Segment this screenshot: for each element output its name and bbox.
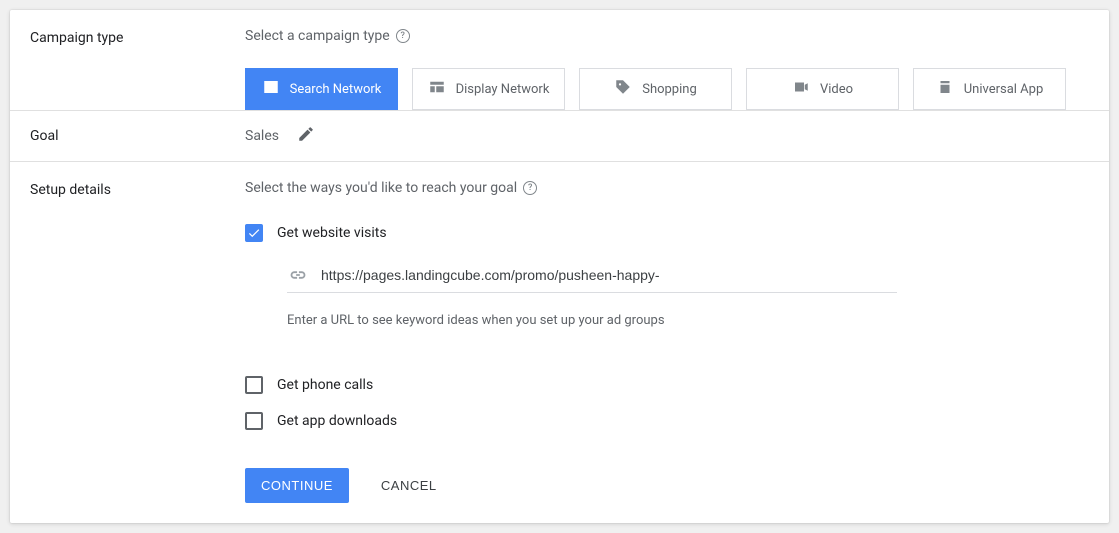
tab-video-label: Video [820, 82, 853, 97]
phone-calls-label: Get phone calls [277, 377, 373, 393]
url-hint: Enter a URL to see keyword ideas when yo… [287, 313, 1089, 328]
setup-details-label: Setup details [30, 180, 245, 198]
action-buttons: CONTINUE CANCEL [245, 468, 1089, 503]
goal-label: Goal [30, 128, 245, 144]
cancel-button[interactable]: CANCEL [375, 477, 443, 494]
campaign-type-section: Campaign type Select a campaign type ? S… [10, 10, 1109, 111]
url-field[interactable] [287, 264, 897, 293]
checkbox-app-downloads[interactable] [245, 412, 263, 430]
app-downloads-label: Get app downloads [277, 413, 397, 429]
continue-button[interactable]: CONTINUE [245, 468, 349, 503]
tab-display-network-label: Display Network [456, 82, 550, 97]
url-block: Enter a URL to see keyword ideas when yo… [287, 264, 1089, 328]
goal-section: Goal Sales [10, 111, 1109, 162]
tab-search-network[interactable]: Search Network [245, 68, 398, 110]
help-icon[interactable]: ? [396, 29, 410, 43]
campaign-type-tabs: Search Network Display Network Shopping [245, 68, 1089, 110]
url-input[interactable] [319, 266, 897, 284]
get-app-downloads-option[interactable]: Get app downloads [245, 412, 1089, 430]
campaign-type-subtitle-text: Select a campaign type [245, 28, 390, 44]
setup-details-subtitle-text: Select the ways you'd like to reach your… [245, 180, 517, 196]
tab-universal-app-label: Universal App [964, 82, 1044, 97]
tab-search-network-label: Search Network [290, 82, 382, 97]
checkbox-website-visits[interactable] [245, 224, 263, 242]
website-visits-label: Get website visits [277, 225, 387, 241]
tab-shopping-label: Shopping [642, 82, 697, 97]
pencil-icon [297, 125, 315, 143]
display-icon [428, 78, 446, 100]
tab-universal-app[interactable]: Universal App [913, 68, 1066, 110]
tag-icon [614, 78, 632, 100]
search-icon [262, 78, 280, 100]
help-icon[interactable]: ? [523, 181, 537, 195]
setup-details-subtitle: Select the ways you'd like to reach your… [245, 180, 1089, 196]
checkbox-phone-calls[interactable] [245, 376, 263, 394]
tab-video[interactable]: Video [746, 68, 899, 110]
link-icon [287, 264, 309, 286]
check-icon [247, 226, 261, 240]
goal-value: Sales [245, 128, 279, 144]
campaign-setup-card: Campaign type Select a campaign type ? S… [10, 10, 1109, 523]
campaign-type-label: Campaign type [30, 28, 245, 46]
campaign-type-subtitle: Select a campaign type ? [245, 28, 1089, 44]
get-phone-calls-option[interactable]: Get phone calls [245, 376, 1089, 394]
get-website-visits-option[interactable]: Get website visits [245, 224, 1089, 242]
tab-shopping[interactable]: Shopping [579, 68, 732, 110]
video-icon [792, 78, 810, 100]
edit-goal-button[interactable] [297, 125, 315, 147]
tab-display-network[interactable]: Display Network [412, 68, 565, 110]
setup-details-section: Setup details Select the ways you'd like… [10, 162, 1109, 523]
app-icon [936, 78, 954, 100]
